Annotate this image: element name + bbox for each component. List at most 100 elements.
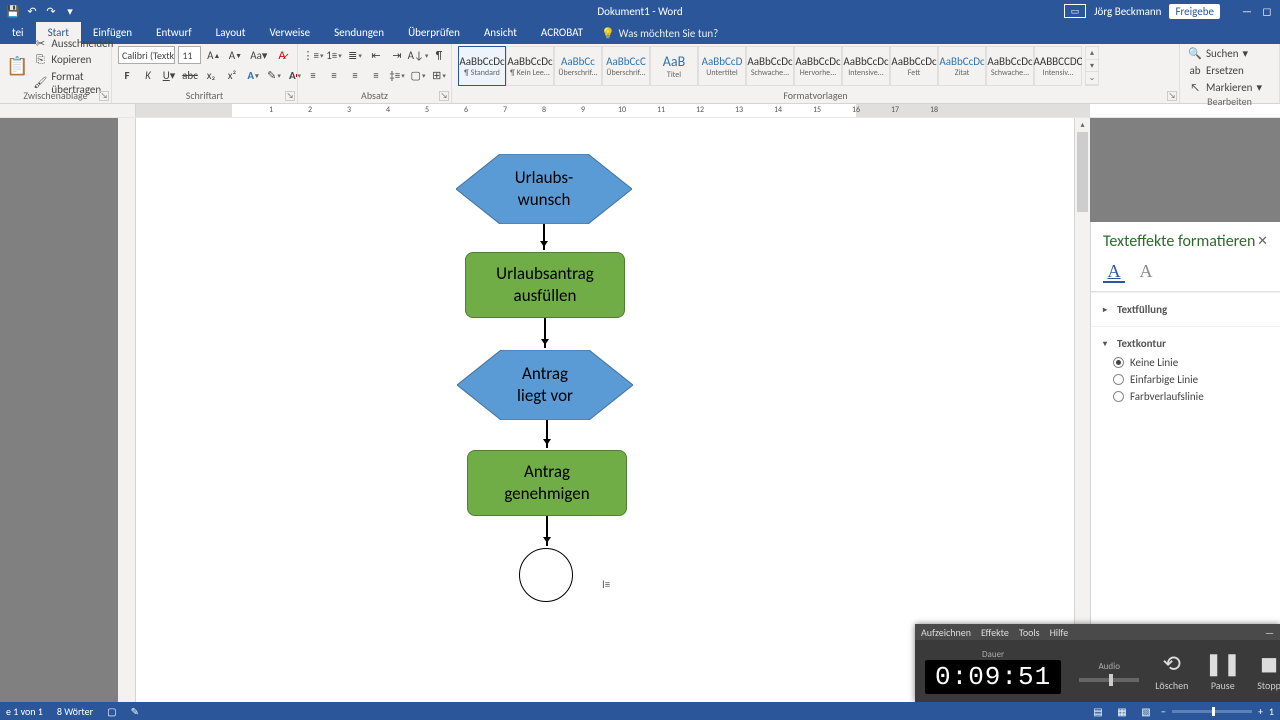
undo-icon[interactable]: ↶: [23, 2, 41, 20]
style-box[interactable]: AaBbCcÜberschrif...: [554, 46, 602, 86]
tab-file[interactable]: tei: [0, 22, 36, 44]
style-box[interactable]: AaBbCcDc¶ Standard: [458, 46, 506, 86]
underline-button[interactable]: U▾: [160, 66, 178, 84]
horizontal-ruler[interactable]: 123456789101112131415161718: [136, 104, 1090, 117]
styles-scroll[interactable]: ▴▾⌄: [1085, 46, 1099, 86]
rec-menu-effects[interactable]: Effekte: [981, 626, 1009, 639]
share-button[interactable]: Freigebe: [1169, 4, 1220, 19]
text-effects-tab-icon[interactable]: A: [1135, 261, 1157, 283]
rec-stop-button[interactable]: ◼Stopp: [1249, 650, 1280, 692]
borders-button[interactable]: ⊞: [430, 66, 448, 84]
line-spacing-button[interactable]: ‡≡: [388, 66, 406, 84]
style-box[interactable]: AaBTitel: [650, 46, 698, 86]
style-box[interactable]: AABBCCDCIntensiv...: [1034, 46, 1082, 86]
status-proofing-icon[interactable]: ✎: [131, 705, 139, 718]
multilevel-button[interactable]: ≣: [346, 46, 364, 64]
clipboard-launcher-icon[interactable]: ↘: [99, 91, 109, 101]
zoom-out-icon[interactable]: −: [1161, 705, 1166, 718]
vertical-ruler[interactable]: [118, 118, 136, 702]
flowchart-rect-1[interactable]: Urlaubsantrag ausfüllen: [465, 252, 625, 318]
style-box[interactable]: AaBbCcDcSchwache...: [986, 46, 1034, 86]
tab-view[interactable]: Ansicht: [472, 22, 529, 44]
grow-font-button[interactable]: A▲: [204, 46, 223, 64]
shrink-font-button[interactable]: A▼: [226, 46, 245, 64]
styles-launcher-icon[interactable]: ↘: [1167, 91, 1177, 101]
pane-close-icon[interactable]: ✕: [1257, 234, 1268, 249]
zoom-in-icon[interactable]: +: [1258, 705, 1263, 718]
copy-button[interactable]: ⎘Kopieren: [31, 52, 115, 68]
radio-no-line[interactable]: Keine Linie: [1103, 354, 1268, 371]
rec-delete-button[interactable]: ⟲Löschen: [1147, 650, 1196, 692]
font-launcher-icon[interactable]: ↘: [285, 91, 295, 101]
minimize-icon[interactable]: —: [1238, 2, 1256, 20]
tab-design[interactable]: Entwurf: [144, 22, 204, 44]
rec-audio-slider[interactable]: [1079, 678, 1139, 682]
display-mode-icon[interactable]: ▭: [1064, 4, 1086, 18]
decrease-indent-button[interactable]: ⇤: [367, 46, 385, 64]
select-button[interactable]: ↖Markieren▾: [1186, 80, 1273, 95]
style-box[interactable]: AaBbCcDcHervorhe...: [794, 46, 842, 86]
justify-button[interactable]: ≡: [367, 66, 385, 84]
rec-menu-help[interactable]: Hilfe: [1050, 626, 1069, 639]
strikethrough-button[interactable]: abc: [181, 66, 199, 84]
tab-review[interactable]: Überprüfen: [396, 22, 472, 44]
style-box[interactable]: AaBbCcDcSchwache...: [746, 46, 794, 86]
qat-customize-icon[interactable]: ▾: [61, 2, 79, 20]
redo-icon[interactable]: ↷: [42, 2, 60, 20]
italic-button[interactable]: K: [139, 66, 157, 84]
style-box[interactable]: AaBbCcDc¶ Kein Lee...: [506, 46, 554, 86]
view-print-icon[interactable]: ▦: [1113, 704, 1131, 718]
scroll-up-icon[interactable]: ▴: [1075, 118, 1090, 132]
align-center-button[interactable]: ≡: [325, 66, 343, 84]
tab-acrobat[interactable]: ACROBAT: [529, 22, 595, 44]
show-marks-button[interactable]: ¶: [430, 46, 448, 64]
zoom-value[interactable]: 1: [1269, 705, 1274, 718]
bold-button[interactable]: F: [118, 66, 136, 84]
radio-solid-line[interactable]: Einfarbige Linie: [1103, 371, 1268, 388]
superscript-button[interactable]: x²: [223, 66, 241, 84]
radio-gradient-line[interactable]: Farbverlaufslinie: [1103, 388, 1268, 405]
align-left-button[interactable]: ≡: [304, 66, 322, 84]
scroll-thumb[interactable]: [1077, 132, 1088, 212]
rec-menu-tools[interactable]: Tools: [1019, 626, 1040, 639]
increase-indent-button[interactable]: ⇥: [388, 46, 406, 64]
flowchart-hex-2[interactable]: Antrag liegt vor: [457, 350, 633, 420]
chevron-up-icon[interactable]: ▴: [1086, 47, 1098, 60]
replace-button[interactable]: abErsetzen: [1186, 63, 1273, 78]
maximize-icon[interactable]: ◻: [1258, 2, 1276, 20]
find-button[interactable]: 🔍Suchen▾: [1186, 46, 1273, 61]
tell-me-search[interactable]: 💡Was möchten Sie tun?: [601, 22, 718, 44]
flowchart-hex-1[interactable]: Urlaubs- wunsch: [456, 154, 632, 224]
style-box[interactable]: AaBbCcDcFett: [890, 46, 938, 86]
cut-button[interactable]: ✂Ausschneiden: [31, 36, 115, 51]
text-fill-outline-tab-icon[interactable]: A: [1103, 261, 1125, 283]
bullets-button[interactable]: ⋮≡: [304, 46, 322, 64]
rec-pause-button[interactable]: ❚❚Pause: [1196, 650, 1249, 692]
font-name-combo[interactable]: Calibri (Textk: [118, 46, 175, 64]
view-web-icon[interactable]: ▧: [1137, 704, 1155, 718]
paragraph-launcher-icon[interactable]: ↘: [439, 91, 449, 101]
flowchart-rect-2[interactable]: Antrag genehmigen: [467, 450, 627, 516]
pane-expand-fill[interactable]: ▸Textfüllung: [1103, 299, 1268, 320]
style-box[interactable]: AaBbCcDcIntensive...: [842, 46, 890, 86]
font-size-combo[interactable]: 11: [178, 46, 201, 64]
clear-formatting-button[interactable]: A̷: [273, 46, 291, 64]
numbering-button[interactable]: 1≡: [325, 46, 343, 64]
tab-references[interactable]: Verweise: [257, 22, 322, 44]
page-viewport[interactable]: Urlaubs- wunsch Urlaubsantrag ausfüllen …: [136, 118, 1074, 702]
flowchart-circle-end[interactable]: [519, 548, 573, 602]
status-word-count[interactable]: 8 Wörter: [57, 705, 93, 718]
sort-button[interactable]: A↓: [409, 46, 427, 64]
text-effects-button[interactable]: A: [244, 66, 262, 84]
vertical-scrollbar[interactable]: ▴ ▾: [1074, 118, 1090, 702]
shading-button[interactable]: ▢: [409, 66, 427, 84]
pane-expand-outline[interactable]: ▾Textkontur: [1103, 333, 1268, 354]
status-language-icon[interactable]: ▢: [107, 705, 116, 718]
tab-mailings[interactable]: Sendungen: [322, 22, 396, 44]
rec-minimize-icon[interactable]: —: [1265, 626, 1274, 639]
styles-expand-icon[interactable]: ⌄: [1086, 72, 1098, 85]
zoom-slider[interactable]: [1172, 710, 1252, 713]
tab-layout[interactable]: Layout: [204, 22, 258, 44]
view-read-icon[interactable]: ▤: [1089, 704, 1107, 718]
style-box[interactable]: AaBbCcCÜberschrif...: [602, 46, 650, 86]
